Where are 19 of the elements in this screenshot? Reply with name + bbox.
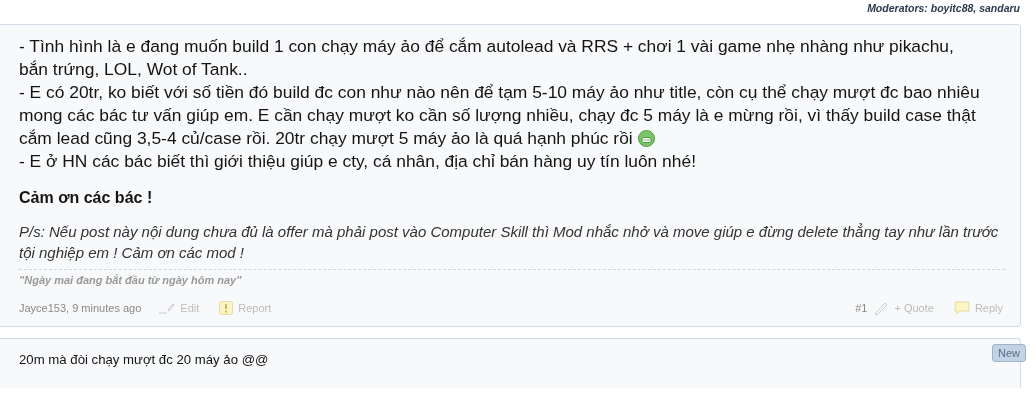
- pencil-icon: [157, 302, 176, 314]
- speech-bubble-icon: [953, 301, 970, 315]
- thanks-text: Cảm ơn các bác !: [19, 188, 154, 208]
- ps-note: P/s: Nếu post này nội dung chưa đủ là offer mà phải post vào Computer Skill thì Mod nhắc nhở và move giúp e đừng delete thẳng tay như lần trước tội nghiệp em ! Cảm ơn các mod !: [19, 222, 999, 263]
- moderators-text: Moderators: boyitc88, sandaru: [867, 2, 1020, 16]
- grin-emoji-icon: [637, 130, 655, 147]
- post-paragraph: - Tình hình là e đang muốn build 1 con chạy máy ảo để cắm autolead và RRS + chơi 1 vài game nhẹ nhàng như pikachu, bắn trứng, LOL, Wot of Tank..: [19, 35, 955, 81]
- report-link[interactable]: Report: [219, 301, 272, 315]
- edit-link[interactable]: Edit: [157, 302, 200, 314]
- reply-text: 20m mà đòi chạy mượt đc 20 máy ảo @@: [19, 352, 269, 367]
- new-badge: New: [992, 344, 1026, 362]
- author-time[interactable]: Jayce153, 9 minutes ago: [19, 302, 142, 314]
- post-paragraph: - E ở HN các bác biết thì giới thiệu giúp e cty, cá nhân, địa chỉ bán hàng uy tín luôn nhé!: [19, 150, 697, 173]
- quote-link[interactable]: + Quote: [873, 300, 934, 316]
- signature-text: "Ngày mai đang bắt đầu từ ngày hôm nay": [19, 269, 1005, 286]
- reply-link[interactable]: Reply: [953, 301, 1003, 315]
- post-paragraph: - E có 20tr, ko biết với số tiền đó build đc con như nào nên để tạm 5-10 máy ảo như title, còn cụ thể chạy mượt đc bao nhiêu mong các bác tư vấn giúp em. E cần chạy mượt ko cần số lượng nhiều, chạy đc 5 máy là e mừng rồi, vì thấy build case thật cắm lead cũng 3,5-4 củ/case rồi. 20tr chạy mượt 5 máy ảo là quá hạnh phúc rồi: [19, 81, 981, 150]
- post-number[interactable]: #1: [855, 302, 868, 314]
- warning-icon: [219, 301, 234, 315]
